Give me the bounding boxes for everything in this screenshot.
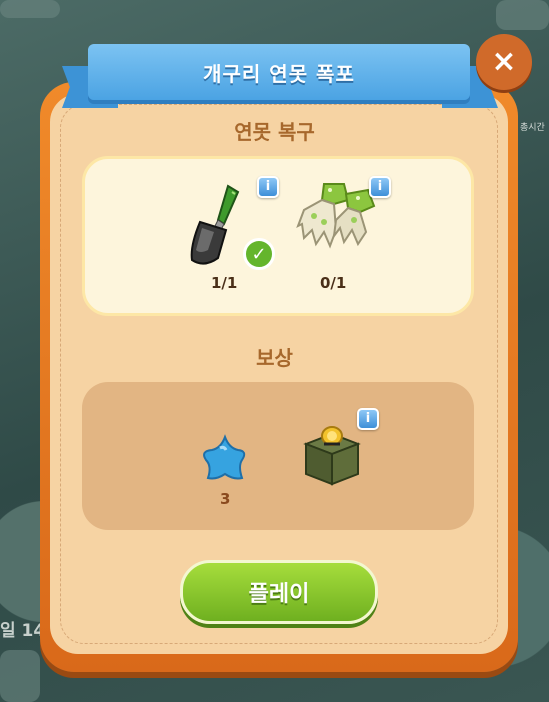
rewards-heading: 보상: [256, 346, 293, 370]
trowel-info-button[interactable]: i: [257, 176, 279, 198]
play-button-label: 플레이: [248, 582, 310, 607]
play-button[interactable]: 플레이: [180, 560, 378, 624]
coin-box-info-button[interactable]: i: [357, 408, 379, 430]
background-settings-tile: [496, 0, 549, 30]
close-button[interactable]: ×: [476, 34, 532, 90]
rewards-card: [82, 382, 474, 530]
gloves-icon: [294, 180, 378, 252]
trowel-icon: [188, 184, 248, 268]
background-calendar-tile: [0, 0, 60, 18]
trowel-count: 1/1: [211, 274, 238, 292]
completed-check-icon: ✓: [243, 238, 275, 270]
background-day-label: 일 14: [0, 621, 46, 641]
coin-box-icon: [302, 422, 362, 486]
blue-star-count: 3: [220, 490, 231, 508]
blue-star-icon: [198, 434, 252, 484]
requirements-heading: 연못 복구: [234, 120, 315, 144]
gloves-count: 0/1: [320, 274, 347, 292]
dialog-title: 개구리 연못 폭포: [203, 61, 355, 86]
close-icon: ×: [491, 44, 517, 79]
gloves-info-button[interactable]: i: [369, 176, 391, 198]
title-ribbon: 개구리 연못 폭포: [88, 44, 470, 100]
background-bottom-tile: [0, 650, 40, 702]
